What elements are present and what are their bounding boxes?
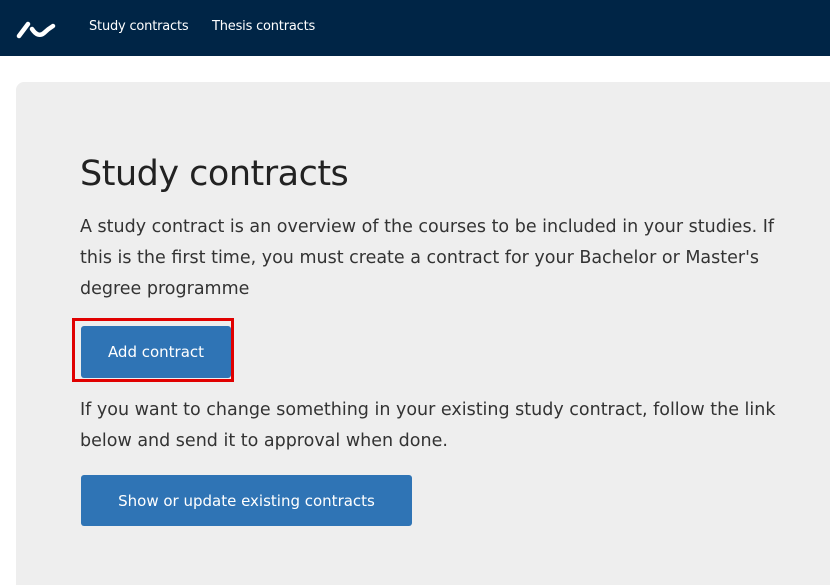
top-navigation-bar: Study contracts Thesis contracts [0,0,830,56]
add-contract-button[interactable]: Add contract [81,326,231,378]
page-title: Study contracts [80,154,349,194]
show-update-contracts-button[interactable]: Show or update existing contracts [81,475,412,526]
au-wave-logo-icon[interactable] [16,17,56,41]
change-contract-text: If you want to change something in your … [80,400,776,451]
nav-study-contracts[interactable]: Study contracts [89,19,189,34]
nav-thesis-contracts[interactable]: Thesis contracts [212,19,315,34]
intro-text: A study contract is an overview of the c… [80,217,775,299]
